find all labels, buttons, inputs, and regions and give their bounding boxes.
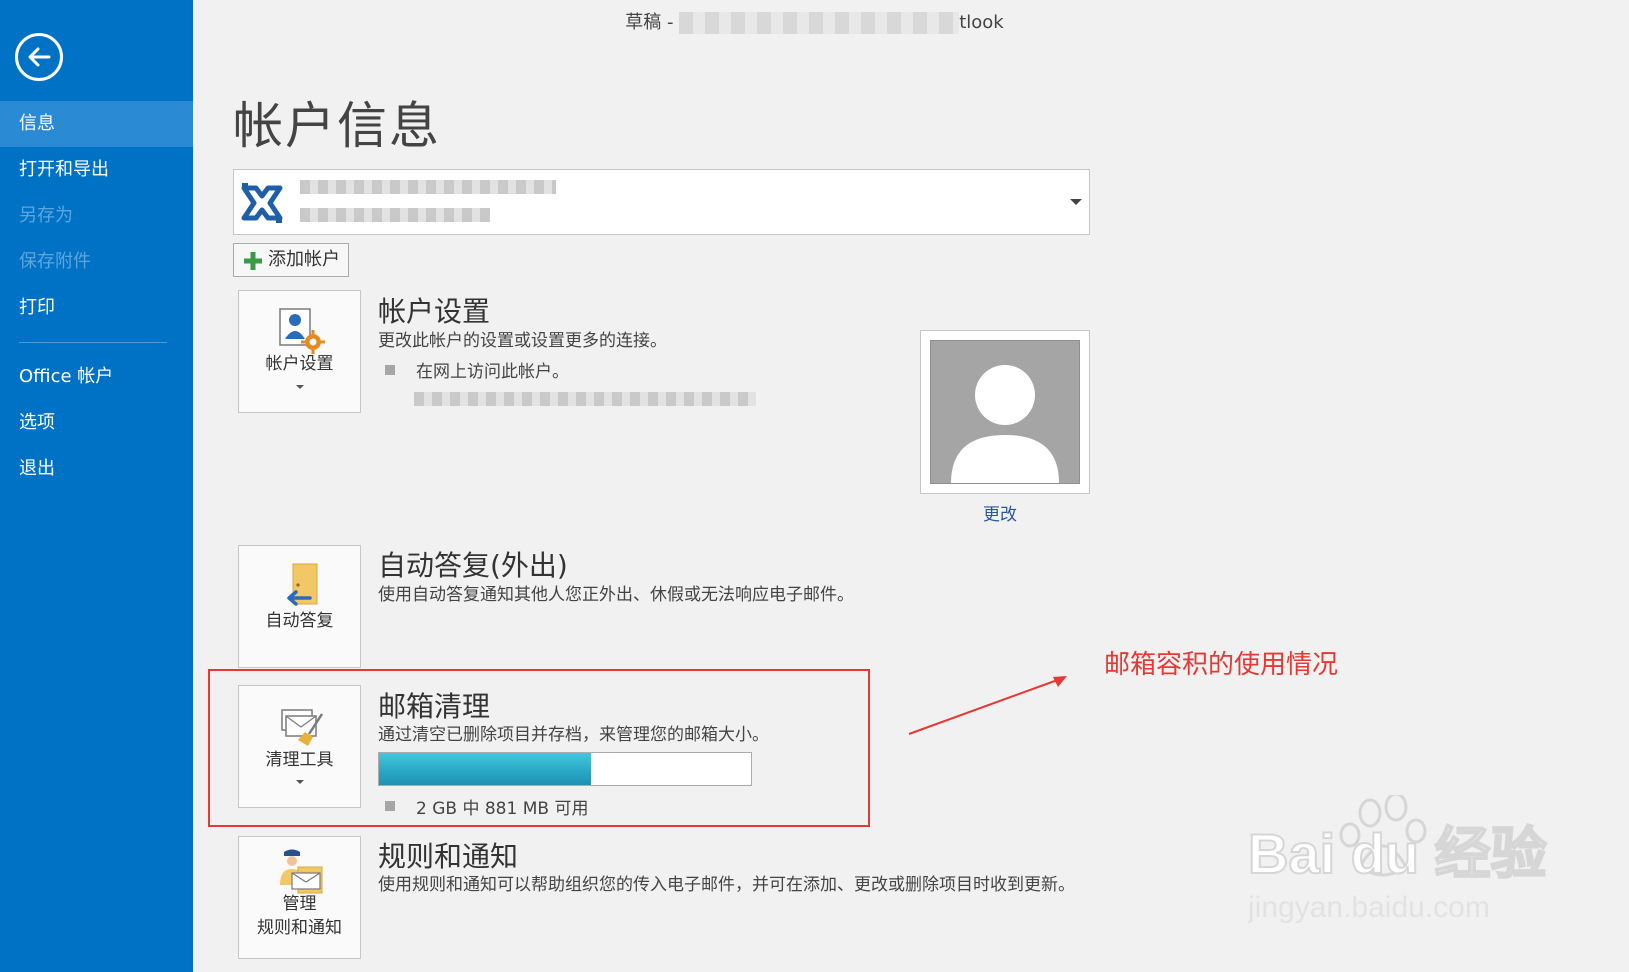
sidebar-item-open-export[interactable]: 打开和导出 bbox=[0, 147, 193, 193]
manage-rules-tile-label-line2: 规则和通知 bbox=[257, 918, 342, 938]
add-account-button[interactable]: 添加帐户 bbox=[233, 243, 349, 277]
change-photo-link[interactable]: 更改 bbox=[983, 500, 1017, 525]
add-account-label: 添加帐户 bbox=[268, 249, 340, 270]
account-settings-button[interactable]: 帐户设置 bbox=[238, 290, 361, 413]
account-settings-tile-label: 帐户设置 bbox=[265, 354, 334, 374]
redacted-text bbox=[679, 12, 960, 34]
profile-photo bbox=[920, 330, 1090, 494]
sidebar-item-exit[interactable]: 退出 bbox=[0, 446, 193, 492]
automatic-replies-button[interactable]: 自动答复 bbox=[238, 545, 361, 668]
manage-rules-tile-label-line1: 管理 bbox=[282, 894, 317, 914]
web-access-link[interactable]: 在网上访问此帐户。 bbox=[416, 357, 569, 382]
account-settings-icon bbox=[279, 308, 325, 354]
back-button[interactable] bbox=[15, 33, 63, 81]
exchange-icon bbox=[241, 183, 283, 223]
caret-down-icon bbox=[296, 385, 304, 389]
redacted-web-url bbox=[414, 392, 756, 406]
arrow-left-icon bbox=[28, 47, 51, 67]
sidebar-item-save-attachments: 保存附件 bbox=[19, 251, 91, 272]
bullet-icon bbox=[385, 365, 395, 375]
person-silhouette-icon bbox=[930, 340, 1080, 484]
chevron-down-icon bbox=[1070, 199, 1082, 205]
annotation-highlight-box bbox=[208, 669, 870, 827]
sidebar-item-options[interactable]: 选项 bbox=[0, 400, 193, 446]
redacted-account-type bbox=[300, 208, 490, 222]
manage-rules-button[interactable]: 管理 规则和通知 bbox=[238, 836, 361, 959]
window-title-prefix: 草稿 - bbox=[625, 12, 674, 33]
sidebar-divider bbox=[19, 342, 167, 343]
watermark-url: jingyan.baidu.com bbox=[1248, 891, 1490, 924]
window-title: 草稿 - tlook bbox=[0, 8, 1629, 34]
account-settings-title: 帐户设置 bbox=[378, 295, 491, 328]
annotation-arrow bbox=[908, 676, 1067, 735]
rules-alerts-icon bbox=[280, 849, 323, 894]
automatic-replies-tile-label: 自动答复 bbox=[265, 611, 334, 631]
automatic-replies-description: 使用自动答复通知其他人您正外出、休假或无法响应电子邮件。 bbox=[378, 585, 854, 605]
account-selector[interactable] bbox=[233, 169, 1090, 235]
annotation-label: 邮箱容积的使用情况 bbox=[1104, 650, 1339, 680]
account-settings-description: 更改此帐户的设置或设置更多的连接。 bbox=[378, 331, 667, 351]
sidebar-item-office-account[interactable]: Office 帐户 bbox=[0, 354, 193, 400]
rules-alerts-title: 规则和通知 bbox=[378, 840, 519, 873]
redacted-account-email bbox=[300, 180, 556, 194]
sidebar-nav: 信息 打开和导出 另存为 保存附件 打印 Office 帐户 选项 退出 bbox=[0, 101, 193, 492]
rules-alerts-description: 使用规则和通知可以帮助组织您的传入电子邮件，并可在添加、更改或删除项目时收到更新… bbox=[378, 875, 1075, 895]
page-title: 帐户信息 bbox=[233, 97, 441, 155]
baidu-watermark-logo: Bai du 经验 jingyan.baidu.com bbox=[1248, 795, 1548, 924]
sidebar-item-info[interactable]: 信息 bbox=[0, 101, 193, 147]
sidebar-item-print[interactable]: 打印 bbox=[0, 285, 193, 331]
sidebar-item-save-as: 另存为 bbox=[19, 205, 73, 226]
automatic-replies-title: 自动答复(外出) bbox=[378, 549, 568, 582]
backstage-sidebar: 信息 打开和导出 另存为 保存附件 打印 Office 帐户 选项 退出 bbox=[0, 0, 193, 972]
door-arrow-icon bbox=[287, 563, 318, 606]
window-title-suffix: tlook bbox=[959, 12, 1004, 33]
plus-icon bbox=[244, 252, 262, 270]
watermark-brand: Bai du 经验 bbox=[1248, 822, 1547, 885]
